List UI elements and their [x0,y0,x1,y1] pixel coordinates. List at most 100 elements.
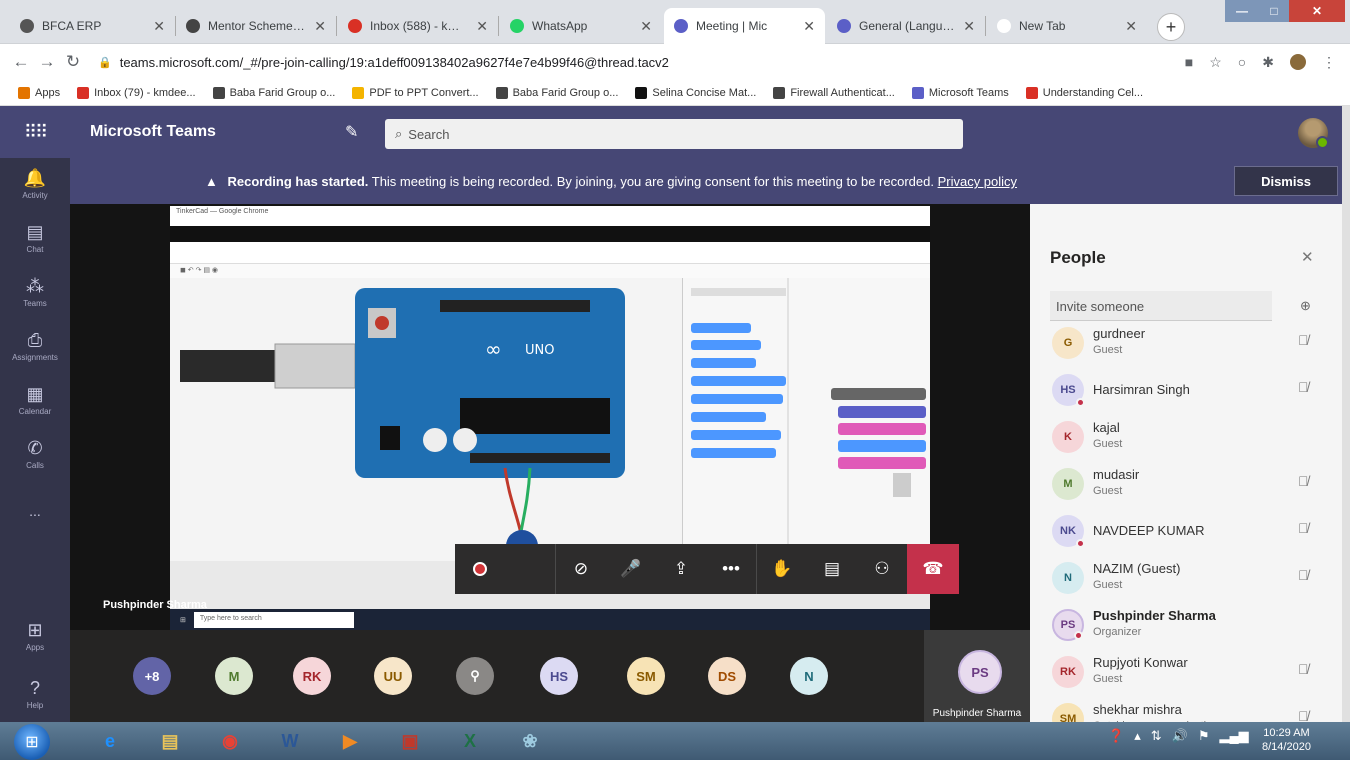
profile-avatar-icon[interactable] [1290,54,1306,70]
more-participants-avatar[interactable]: +8 [133,657,171,695]
mic-muted-icon[interactable]: 🎙̸ [1298,520,1309,536]
pdf-taskbar-icon[interactable]: ▣ [388,725,432,757]
search-input[interactable]: ⌕ Search [385,119,963,149]
media-player-taskbar-icon[interactable]: ▶ [328,725,372,757]
mic-muted-icon[interactable]: 🎙̸ [1298,332,1309,348]
browser-tab[interactable]: New Tab ✕ [987,8,1147,44]
rail-item-teams[interactable]: ⁂ Teams [0,276,70,308]
mic-muted-icon[interactable]: 🎙̸ [1298,708,1309,722]
rail-item-chat[interactable]: ▤ Chat [0,222,70,254]
bookmark-item[interactable]: Baba Farid Group o... [495,86,618,99]
bookmark-item[interactable]: Apps [18,86,60,99]
tab-close-icon[interactable]: ✕ [640,18,652,35]
tab-close-icon[interactable]: ✕ [314,18,326,35]
volume-icon[interactable]: 🔊 [1172,728,1188,744]
participant-avatar[interactable]: UU [374,657,412,695]
page-scrollbar[interactable] [1342,106,1350,722]
bookmark-item[interactable]: PDF to PPT Convert... [352,86,479,99]
window-minimize-button[interactable]: — [1225,0,1259,22]
bookmark-item[interactable]: Microsoft Teams [911,86,1009,99]
participant-row[interactable]: Kkajal Guest [1030,416,1342,463]
recording-indicator-button[interactable] [455,544,505,594]
help-tray-icon[interactable]: ❓ [1108,728,1124,744]
browser-tab[interactable]: BFCA ERP ✕ [10,8,175,44]
participant-avatar[interactable]: M [215,657,253,695]
raise-hand-button[interactable]: ✋ [757,544,807,594]
user-avatar[interactable] [1298,118,1329,149]
participants-button[interactable]: ⚇ [857,544,907,594]
excel-taskbar-icon[interactable]: X [448,725,492,757]
camera-off-button[interactable]: ⊘ [556,544,606,594]
tab-close-icon[interactable]: ✕ [153,18,165,35]
mic-muted-icon[interactable]: 🎙̸ [1298,661,1309,677]
app-launcher-icon[interactable]: ⠿⠿ [0,106,70,158]
tab-close-icon[interactable]: ✕ [1125,18,1137,35]
rail-item-apps[interactable]: ⊞ Apps [0,620,70,652]
camera-blocked-icon[interactable]: ■ [1185,54,1193,70]
presenter-tile[interactable]: PS Pushpinder Sharma [924,630,1030,722]
rail-item-calendar[interactable]: ▦ Calendar [0,384,70,416]
tray-arrow-icon[interactable]: ▴ [1134,728,1141,744]
bookmark-star-icon[interactable]: ☆ [1209,54,1222,71]
participant-avatar[interactable]: SM [627,657,665,695]
close-icon[interactable]: ✕ [1301,248,1314,266]
bookmark-item[interactable]: Selina Concise Mat... [635,86,756,99]
dismiss-button[interactable]: Dismiss [1234,166,1338,196]
browser-tab[interactable]: Meeting | Mic ✕ [664,8,825,44]
extension-circle-icon[interactable]: ○ [1238,54,1246,70]
ie-taskbar-icon[interactable]: e [88,725,132,757]
participant-row[interactable]: NK NAVDEEP KUMAR 🎙̸ [1030,510,1342,557]
participant-avatar[interactable]: DS [708,657,746,695]
extensions-puzzle-icon[interactable]: ✱ [1262,54,1274,71]
participant-avatar[interactable]: N [790,657,828,695]
participant-row[interactable]: HS Harsimran Singh 🎙̸ [1030,369,1342,416]
participant-row[interactable]: PS Pushpinder Sharma Organizer [1030,604,1342,651]
window-close-button[interactable]: ✕ [1289,0,1345,22]
tab-close-icon[interactable]: ✕ [476,18,488,35]
bookmark-item[interactable]: Inbox (79) - kmdee... [77,86,196,99]
bookmark-item[interactable]: Understanding Cel... [1025,86,1143,99]
participant-row[interactable]: N NAZIM (Guest) Guest 🎙̸ [1030,557,1342,604]
address-bar[interactable]: 🔒 teams.microsoft.com/_#/pre-join-callin… [98,48,1118,76]
browser-tab[interactable]: Inbox (588) - kmdee ✕ [338,8,498,44]
mic-muted-icon[interactable]: 🎙̸ [1298,473,1309,489]
tab-close-icon[interactable]: ✕ [963,18,975,35]
rail-item-more[interactable]: ... [0,503,70,519]
browser-tab[interactable]: General (Language ✕ [827,8,985,44]
share-screen-button[interactable]: ⇪ [656,544,706,594]
share-link-icon[interactable]: ⊕ [1300,298,1311,314]
explorer-taskbar-icon[interactable]: ▤ [148,725,192,757]
bookmark-item[interactable]: Baba Farid Group o... [212,86,335,99]
tab-close-icon[interactable]: ✕ [803,18,815,35]
chat-button[interactable]: ▤ [807,544,857,594]
mic-off-button[interactable]: 🎤 [606,544,656,594]
participant-row[interactable]: SMshekhar mishraOutside your organizatio… [1030,698,1342,722]
start-button[interactable]: ⊞ [14,724,50,760]
rail-item-help[interactable]: ? Help [0,678,70,710]
bookmark-item[interactable]: Firewall Authenticat... [773,86,895,99]
word-taskbar-icon[interactable]: W [268,725,312,757]
privacy-policy-link[interactable]: Privacy policy [938,174,1017,189]
window-maximize-button[interactable]: □ [1259,0,1289,22]
rail-item-bell[interactable]: 🔔 Activity [0,168,70,200]
mic-muted-icon[interactable]: 🎙̸ [1298,379,1309,395]
chrome-taskbar-icon[interactable]: ◉ [208,725,252,757]
reload-icon[interactable]: ↻ [60,52,86,72]
participant-row[interactable]: Ggurdneer Guest 🎙̸ [1030,322,1342,369]
clock[interactable]: 10:29 AM 8/14/2020 [1262,726,1311,754]
network-icon[interactable]: ⇅ [1151,728,1162,744]
browser-menu-icon[interactable]: ⋮ [1322,54,1336,71]
participant-row[interactable]: RK Rupjyoti Konwar Guest 🎙̸ [1030,651,1342,698]
browser-tab[interactable]: WhatsApp ✕ [500,8,662,44]
forward-icon[interactable]: → [34,52,60,72]
back-icon[interactable]: ← [8,52,34,72]
photos-taskbar-icon[interactable]: ❀ [508,725,552,757]
flag-icon[interactable]: ⚑ [1198,728,1210,744]
new-tab-button[interactable]: + [1157,13,1185,41]
hang-up-button[interactable]: ☎ [907,544,959,594]
participant-avatar[interactable]: HS [540,657,578,695]
browser-tab[interactable]: Mentor Scheme | B ✕ [176,8,336,44]
rail-item-phone[interactable]: ✆ Calls [0,438,70,470]
participant-row[interactable]: Mmudasir Guest 🎙̸ [1030,463,1342,510]
invite-someone-input[interactable]: Invite someone [1050,291,1272,321]
